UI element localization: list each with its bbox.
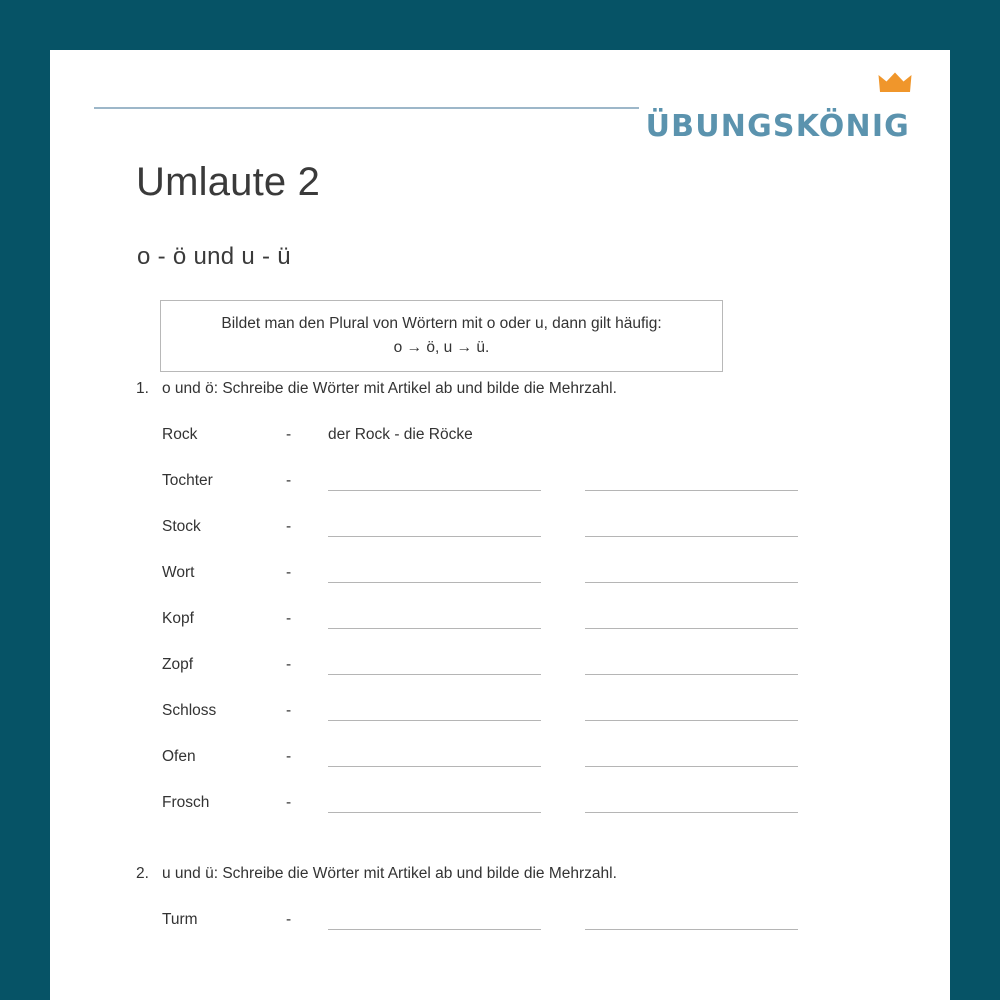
page-subtitle: o - ö und u - ü [137,243,291,270]
answer-blank-singular[interactable] [328,929,541,930]
answer-blank-singular[interactable] [328,536,541,537]
word-label: Ofen [162,748,196,765]
word-row: Ofen - [136,734,866,780]
word-row: Frosch - [136,780,866,826]
answer-blank-singular[interactable] [328,674,541,675]
answer-blank-plural[interactable] [585,812,798,813]
word-label: Rock [162,426,198,443]
word-row: Rock - der Rock - die Röcke [136,412,866,458]
answer-blank-singular[interactable] [328,628,541,629]
crown-icon [878,72,912,92]
word-label: Tochter [162,472,213,489]
word-dash: - [286,702,292,719]
word-label: Kopf [162,610,194,627]
page-title: Umlaute 2 [136,160,321,204]
answer-example: der Rock - die Röcke [328,426,473,443]
answer-blank-singular[interactable] [328,490,541,491]
answer-blank-plural[interactable] [585,929,798,930]
brand-wordmark: ÜBUNGSKÖNIG [645,109,910,144]
answer-blank-singular[interactable] [328,766,541,767]
exercise-1-word-list: Rock - der Rock - die Röcke Tochter - Stock - W… [136,412,866,826]
exercise-1: 1. o und ö: Schreibe die Wörter mit Arti… [136,380,866,826]
brand-logo: ÜBUNGSKÖNIG [645,72,912,144]
word-label: Turm [162,911,198,928]
answer-blank-plural[interactable] [585,674,798,675]
word-label: Zopf [162,656,194,673]
exercise-2: 2. u und ü: Schreibe die Wörter mit Arti… [136,865,866,943]
header-divider-rule [94,107,639,109]
answer-blank-plural[interactable] [585,582,798,583]
word-row: Zopf - [136,642,866,688]
word-label: Stock [162,518,201,535]
answer-blank-plural[interactable] [585,490,798,491]
exercise-1-heading: 1. o und ö: Schreibe die Wörter mit Arti… [136,380,866,398]
word-dash: - [286,748,292,765]
word-dash: - [286,472,292,489]
word-row: Turm - [136,897,866,943]
word-dash: - [286,518,292,535]
answer-blank-singular[interactable] [328,720,541,721]
word-dash: - [286,656,292,673]
word-dash: - [286,911,292,928]
exercise-2-heading: 2. u und ü: Schreibe die Wörter mit Arti… [136,865,866,883]
word-row: Kopf - [136,596,866,642]
rule-text-line-2: o → ö, u → ü. [393,339,490,356]
rule-info-box: Bildet man den Plural von Wörtern mit o … [160,300,723,372]
answer-blank-plural[interactable] [585,720,798,721]
exercise-1-instruction: o und ö: Schreibe die Wörter mit Artikel… [162,380,617,397]
answer-blank-singular[interactable] [328,582,541,583]
answer-blank-plural[interactable] [585,628,798,629]
word-label: Wort [162,564,195,581]
answer-blank-plural[interactable] [585,536,798,537]
rule-text-line-1: Bildet man den Plural von Wörtern mit o … [221,314,662,332]
word-row: Stock - [136,504,866,550]
word-dash: - [286,426,292,443]
word-row: Tochter - [136,458,866,504]
word-dash: - [286,794,292,811]
word-row: Wort - [136,550,866,596]
answer-blank-singular[interactable] [328,812,541,813]
exercise-1-number: 1. [136,380,149,397]
page-header: ÜBUNGSKÖNIG [94,72,912,150]
worksheet-page: ÜBUNGSKÖNIG Umlaute 2 o - ö und u - ü Bi… [50,50,950,1000]
exercise-2-number: 2. [136,865,149,882]
word-label: Schloss [162,702,217,719]
exercise-2-instruction: u und ü: Schreibe die Wörter mit Artikel… [162,865,617,882]
word-label: Frosch [162,794,210,811]
word-dash: - [286,610,292,627]
exercise-2-word-list: Turm - [136,897,866,943]
word-row: Schloss - [136,688,866,734]
answer-blank-plural[interactable] [585,766,798,767]
word-dash: - [286,564,292,581]
